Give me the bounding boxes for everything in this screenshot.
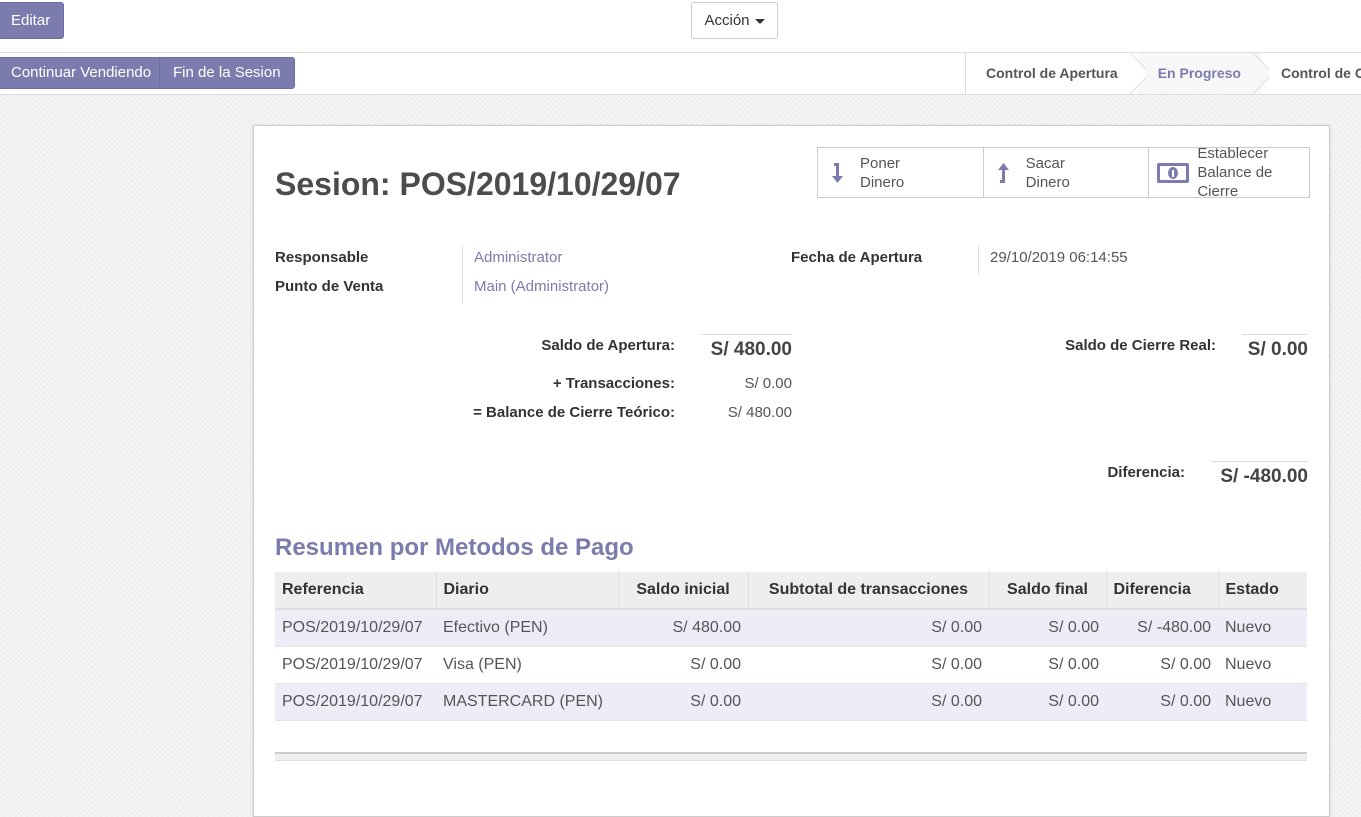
put-money-label: Poner Dinero [860, 154, 905, 191]
opening-balance-label: Saldo de Apertura: [541, 337, 675, 354]
payment-summary-table: Referencia Diario Saldo inicial Subtotal… [275, 572, 1307, 721]
pos-label: Punto de Venta [275, 278, 384, 295]
cell-opening-balance: S/ 480.00 [618, 609, 748, 647]
cell-closing-balance: S/ 0.00 [989, 609, 1106, 647]
column-header[interactable]: Saldo final [988, 572, 1106, 610]
cell-difference: S/ -480.00 [1106, 609, 1218, 647]
step-opening-control[interactable]: Control de Apertura [966, 53, 1138, 94]
cell-reference: POS/2019/10/29/07 [275, 609, 436, 647]
cell-opening-balance: S/ 0.00 [618, 683, 748, 721]
action-label: Acción [704, 12, 750, 29]
smart-buttons: Poner Dinero Sacar Dinero Establecer Bal… [817, 145, 1310, 200]
cell-state: Nuevo [1218, 683, 1307, 721]
theoretical-closing-label: = Balance de Cierre Teórico: [473, 404, 675, 421]
cell-state: Nuevo [1218, 609, 1307, 647]
column-header[interactable]: Saldo inicial [617, 572, 748, 610]
cell-transactions-subtotal: S/ 0.00 [748, 646, 989, 684]
summary-title: Resumen por Metodos de Pago [275, 534, 634, 561]
opening-date-value: 29/10/2019 06:14:55 [990, 249, 1128, 266]
transactions-value: S/ 0.00 [744, 375, 792, 392]
status-steps: Control de Apertura En Progreso Control … [965, 53, 1361, 94]
cell-reference: POS/2019/10/29/07 [275, 646, 436, 684]
real-closing-value: S/ 0.00 [1242, 334, 1308, 361]
field-separator [462, 246, 463, 304]
responsible-link[interactable]: Administrator [474, 249, 562, 266]
opening-balance-value: S/ 480.00 [701, 334, 792, 361]
step-in-progress[interactable]: En Progreso [1137, 53, 1261, 94]
action-dropdown[interactable]: Acción [691, 2, 778, 39]
cell-journal: MASTERCARD (PEN) [436, 683, 618, 721]
cell-journal: Efectivo (PEN) [436, 609, 618, 647]
step-separator [1253, 53, 1269, 94]
step-closing-control[interactable]: Control de C [1260, 53, 1361, 94]
take-money-label: Sacar Dinero [1025, 154, 1070, 191]
table-header-row: Referencia Diario Saldo inicial Subtotal… [275, 572, 1307, 610]
column-header[interactable]: Referencia [275, 572, 436, 610]
table-row[interactable]: POS/2019/10/29/07 Efectivo (PEN) S/ 480.… [275, 609, 1307, 647]
money-icon [1157, 162, 1190, 183]
arrow-up-icon [997, 162, 1009, 183]
status-bar: Continuar Vendiendo Fin de la Sesion Con… [0, 53, 1361, 95]
cell-closing-balance: S/ 0.00 [989, 683, 1106, 721]
step-label: Control de Apertura [986, 65, 1118, 81]
form-sheet: Sesion: POS/2019/10/29/07 Poner Dinero S… [253, 125, 1330, 817]
table-row[interactable]: POS/2019/10/29/07 MASTERCARD (PEN) S/ 0.… [275, 683, 1307, 721]
cell-opening-balance: S/ 0.00 [618, 646, 748, 684]
put-money-button[interactable]: Poner Dinero [818, 148, 984, 197]
pos-link[interactable]: Main (Administrator) [474, 278, 609, 295]
cell-closing-balance: S/ 0.00 [989, 646, 1106, 684]
real-closing-label: Saldo de Cierre Real: [1065, 337, 1216, 354]
step-separator [1130, 53, 1146, 94]
cell-journal: Visa (PEN) [436, 646, 618, 684]
opening-date-label: Fecha de Apertura [791, 249, 923, 266]
step-label: Control de C [1280, 65, 1361, 81]
cell-state: Nuevo [1218, 646, 1307, 684]
continue-selling-button[interactable]: Continuar Vendiendo [0, 57, 166, 89]
step-label: En Progreso [1157, 65, 1241, 81]
difference-label: Diferencia: [1107, 464, 1185, 481]
responsible-label: Responsable [275, 249, 369, 266]
cell-transactions-subtotal: S/ 0.00 [748, 683, 989, 721]
cell-difference: S/ 0.00 [1106, 646, 1218, 684]
set-closing-balance-button[interactable]: Establecer Balance de Cierre [1149, 145, 1309, 200]
table-row[interactable]: POS/2019/10/29/07 Visa (PEN) S/ 0.00 S/ … [275, 646, 1307, 684]
table-footer [275, 752, 1307, 761]
take-money-button[interactable]: Sacar Dinero [984, 148, 1150, 197]
theoretical-closing-value: S/ 480.00 [727, 404, 792, 421]
end-session-button[interactable]: Fin de la Sesion [159, 57, 295, 89]
column-header[interactable]: Diario [435, 572, 618, 610]
cell-difference: S/ 0.00 [1106, 683, 1218, 721]
column-header[interactable]: Diferencia [1105, 572, 1218, 610]
transactions-label: + Transacciones: [552, 375, 675, 392]
caret-down-icon [754, 19, 765, 24]
column-header[interactable]: Estado [1217, 572, 1307, 610]
field-separator [978, 246, 979, 274]
page-title: Sesion: POS/2019/10/29/07 [275, 166, 681, 202]
column-header[interactable]: Subtotal de transacciones [747, 572, 989, 610]
cell-reference: POS/2019/10/29/07 [275, 683, 436, 721]
edit-button[interactable]: Editar [0, 2, 65, 39]
set-closing-balance-label: Establecer Balance de Cierre [1197, 145, 1273, 200]
control-panel-top: Editar Acción [0, 0, 1361, 53]
difference-value: S/ -480.00 [1211, 461, 1308, 488]
cell-transactions-subtotal: S/ 0.00 [748, 609, 989, 647]
arrow-down-icon [832, 162, 843, 183]
